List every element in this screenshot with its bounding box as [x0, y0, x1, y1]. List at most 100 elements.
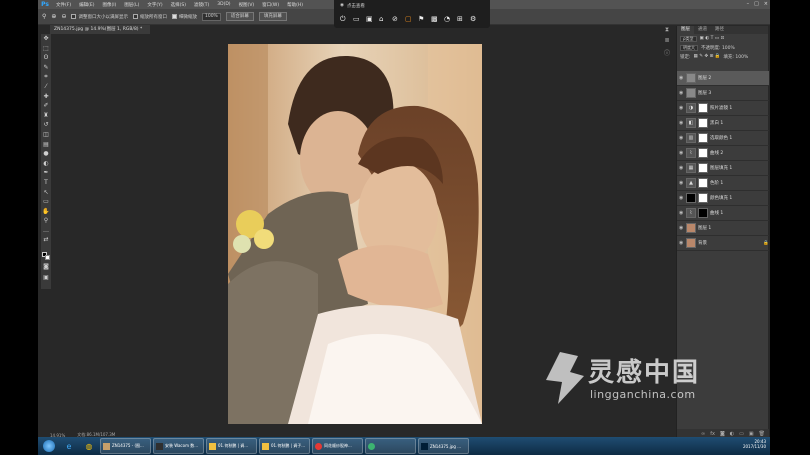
path-select-tool-icon[interactable]: ↖: [41, 188, 51, 198]
scrubby-zoom-checkbox[interactable]: 细微缩放: [171, 14, 197, 20]
shape-tool-icon[interactable]: ▭: [41, 197, 51, 207]
layer-row[interactable]: ◉ ◧ 黑白 1: [677, 116, 769, 131]
taskbar-app-button[interactable]: [365, 438, 416, 454]
move-tool-icon[interactable]: ✥: [41, 34, 51, 44]
blend-mode-select[interactable]: 明度大: [680, 44, 698, 51]
blur-tool-icon[interactable]: ●: [41, 149, 51, 159]
tab-channels[interactable]: 通道: [694, 26, 711, 34]
eye-icon[interactable]: ◉: [679, 120, 684, 126]
menu-help[interactable]: 帮助(H): [287, 2, 303, 8]
menu-filter[interactable]: 滤镜(T): [194, 2, 209, 8]
layer-row[interactable]: ◉ ⌇ 曲线 2: [677, 146, 769, 161]
eye-icon[interactable]: ◉: [679, 180, 684, 186]
flag-icon[interactable]: ⚑: [418, 15, 424, 23]
dodge-tool-icon[interactable]: ◐: [41, 159, 51, 169]
crop-tool-icon[interactable]: ⌗: [41, 72, 51, 82]
properties-panel-icon[interactable]: ≣: [662, 37, 672, 48]
hand-tool-icon[interactable]: ✋: [41, 207, 51, 217]
settings-icon[interactable]: ⚙: [470, 15, 476, 23]
power-icon[interactable]: ⏻: [340, 15, 346, 23]
menu-layer[interactable]: 图层(L): [124, 2, 139, 8]
zoom-in-icon[interactable]: ⊕: [51, 13, 56, 20]
info-panel-icon[interactable]: ⓘ: [662, 48, 672, 59]
layer-row[interactable]: ◉ 背景 🔒: [677, 236, 769, 251]
menu-file[interactable]: 文件(F): [56, 2, 71, 8]
background-color-swatch[interactable]: [45, 255, 50, 260]
menu-view[interactable]: 视图(V): [239, 2, 255, 8]
eye-icon[interactable]: ◉: [679, 75, 684, 81]
layer-row[interactable]: ◉ ⌇ 曲线 1: [677, 206, 769, 221]
gift-icon[interactable]: ⌂: [379, 15, 385, 23]
comment-icon[interactable]: ▭: [353, 15, 360, 23]
no-camera-icon[interactable]: ⊘: [392, 15, 398, 23]
image-icon[interactable]: ▣: [366, 15, 373, 23]
screenshot-icon[interactable]: ▩: [431, 15, 438, 23]
eyedropper-tool-icon[interactable]: ⁄: [41, 82, 51, 92]
more-tools-icon[interactable]: …: [41, 226, 51, 236]
history-brush-tool-icon[interactable]: ↺: [41, 120, 51, 130]
eye-icon[interactable]: ◉: [679, 210, 684, 216]
menu-3d[interactable]: 3D(D): [217, 2, 230, 7]
lasso-tool-icon[interactable]: ʘ: [41, 53, 51, 63]
type-tool-icon[interactable]: T: [41, 178, 51, 188]
layer-row[interactable]: ◉ ▦ 图层填充 1: [677, 161, 769, 176]
eye-icon[interactable]: ◉: [679, 165, 684, 171]
minimize-icon[interactable]: –: [747, 1, 750, 7]
layer-row[interactable]: ◉ 图层 3: [677, 86, 769, 101]
tab-layers[interactable]: 图层: [677, 26, 694, 34]
taskbar-app-button[interactable]: 安装 Wacom 数...: [153, 438, 204, 454]
eye-icon[interactable]: ◉: [679, 105, 684, 111]
maximize-icon[interactable]: □: [754, 1, 759, 7]
eye-icon[interactable]: ◉: [679, 90, 684, 96]
screen-mode-icon[interactable]: ▣: [41, 273, 51, 283]
taskbar-app-button[interactable]: ZN14375.jpg ...: [418, 438, 469, 454]
menu-type[interactable]: 文字(Y): [147, 2, 162, 8]
layer-row[interactable]: ◉ 图层 2: [677, 71, 769, 86]
zoom-tool-icon[interactable]: ⚲: [42, 13, 46, 20]
layer-row[interactable]: ◉ ▥ 选取颜色 1: [677, 131, 769, 146]
layer-row[interactable]: ◉ ▲ 色阶 1: [677, 176, 769, 191]
zoom-all-checkbox[interactable]: 缩放所有窗口: [132, 14, 167, 20]
ie-icon[interactable]: e: [60, 438, 78, 454]
fill-field[interactable]: 填充: 100%: [723, 54, 748, 60]
resize-windows-checkbox[interactable]: 调整窗口大小以满屏显示: [71, 14, 128, 20]
gradient-tool-icon[interactable]: ▤: [41, 140, 51, 150]
document-tab[interactable]: ZN14375.jpg @ 14.9%(图层 1, RGB/8) *: [50, 25, 150, 34]
system-tray[interactable]: 20:43 2017/11/30: [743, 439, 766, 449]
layer-row[interactable]: ◉ ◑ 照片滤镜 1: [677, 101, 769, 116]
record-icon[interactable]: ▢: [405, 15, 412, 23]
marquee-tool-icon[interactable]: ⬚: [41, 44, 51, 54]
taskbar-app-button[interactable]: 同花顺炒股神...: [312, 438, 363, 454]
eye-icon[interactable]: ◉: [679, 150, 684, 156]
eye-icon[interactable]: ◉: [679, 135, 684, 141]
crop-icon[interactable]: ⊞: [457, 15, 463, 23]
lock-icons[interactable]: ▦ ✎ ✥ ⊞ 🔒: [694, 54, 721, 59]
menu-select[interactable]: 选择(S): [171, 2, 186, 8]
taskbar-app-button[interactable]: ZN14375 - (图...: [100, 438, 151, 454]
zoom-tool-icon[interactable]: ⚲: [41, 216, 51, 226]
taskbar-app-button[interactable]: 01.何秋鹏 | 调子...: [259, 438, 310, 454]
menu-window[interactable]: 窗口(W): [262, 2, 279, 8]
eye-icon[interactable]: ◉: [679, 195, 684, 201]
layer-kind-select[interactable]: ρ类型: [680, 35, 697, 42]
history-panel-icon[interactable]: ⧗: [662, 26, 672, 37]
layer-row[interactable]: ◉ 图层 1: [677, 221, 769, 236]
opacity-field[interactable]: 不透明度: 100%: [701, 45, 735, 51]
stamp-tool-icon[interactable]: ♜: [41, 111, 51, 121]
zoom-value-field[interactable]: 100%: [201, 12, 221, 21]
eraser-tool-icon[interactable]: ◫: [41, 130, 51, 140]
start-button[interactable]: [38, 438, 60, 454]
close-icon[interactable]: ×: [764, 1, 768, 7]
chrome-icon[interactable]: ◍: [80, 438, 98, 454]
quick-mask-icon[interactable]: ◙: [41, 262, 51, 272]
fit-screen-button[interactable]: 适合屏幕: [225, 12, 254, 21]
tab-paths[interactable]: 路径: [711, 26, 728, 34]
layer-row[interactable]: ◉ 颜色填充 1: [677, 191, 769, 206]
stats-icon[interactable]: ◔: [444, 15, 450, 23]
swap-colors-icon[interactable]: ⇄: [41, 235, 51, 245]
canvas-photo[interactable]: [228, 44, 482, 424]
eye-icon[interactable]: ◉: [679, 225, 684, 231]
zoom-out-icon[interactable]: ⊖: [61, 13, 66, 20]
quick-select-tool-icon[interactable]: ✎: [41, 63, 51, 73]
eye-icon[interactable]: ◉: [679, 240, 684, 246]
